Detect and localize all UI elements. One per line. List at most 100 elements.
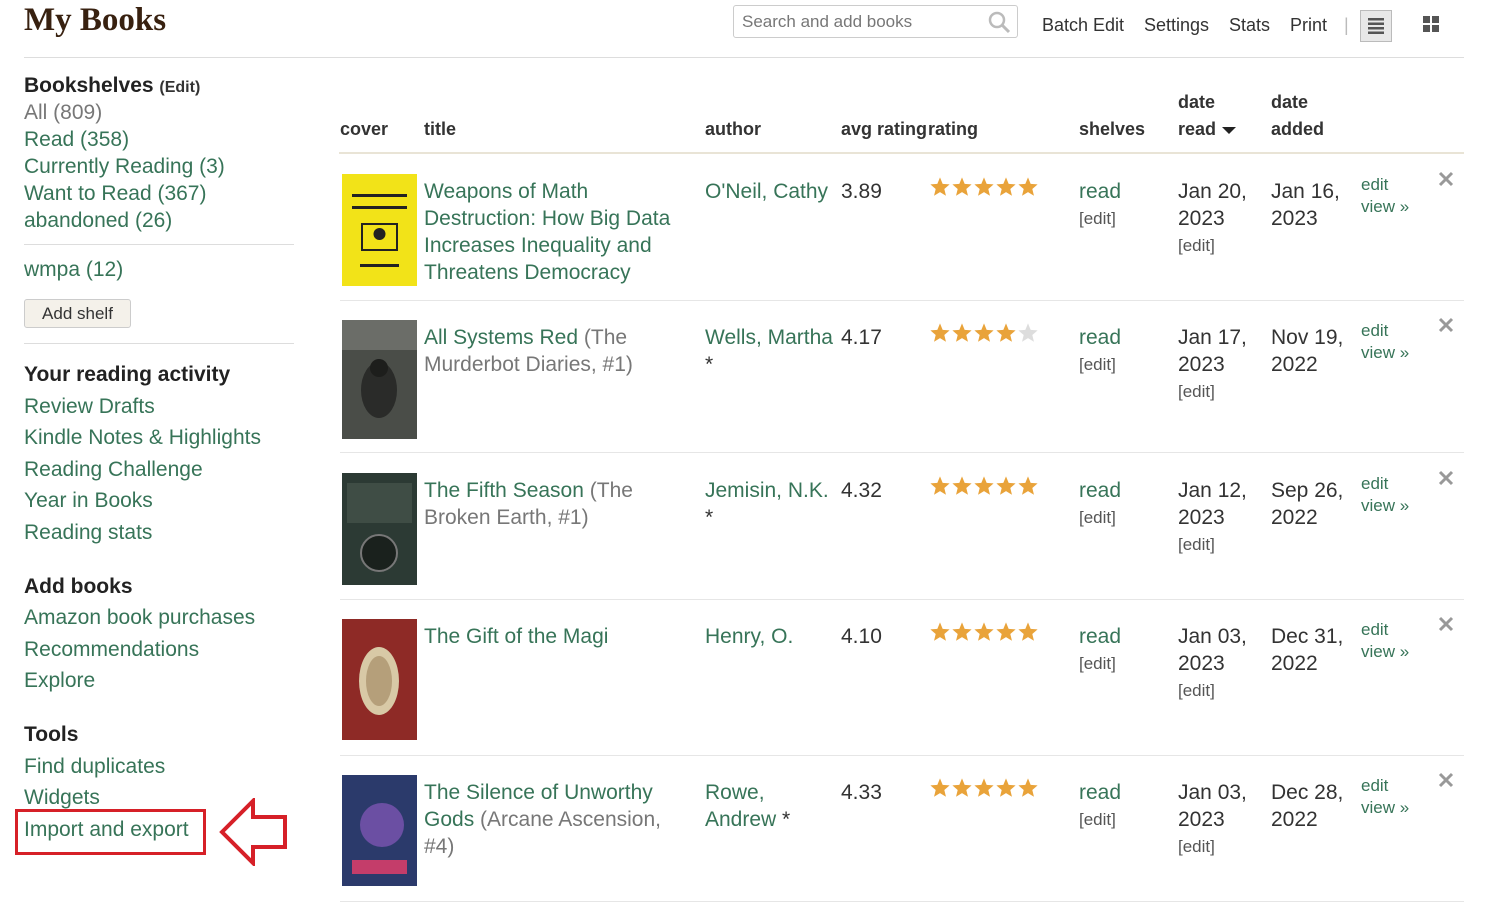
star-icon[interactable] [1017,621,1039,643]
star-icon[interactable] [951,322,973,344]
remove-icon[interactable] [1437,170,1455,188]
author-link[interactable]: Jemisin, N.K. [705,479,829,502]
shelf-wmpa[interactable]: wmpa (12) [24,256,123,283]
view-link[interactable]: view » [1361,797,1409,819]
shelf-link[interactable]: read [1079,178,1121,205]
book-title-link[interactable]: Weapons of Math Destruction: How Big Dat… [424,180,670,284]
shelf-edit-link[interactable]: [edit] [1079,806,1121,833]
list-view-icon[interactable] [1360,10,1392,42]
edit-link[interactable]: edit [1361,619,1409,641]
rating-stars[interactable] [929,475,1039,502]
remove-icon[interactable] [1437,316,1455,334]
edit-link[interactable]: edit [1361,174,1409,196]
settings-link[interactable]: Settings [1144,15,1209,36]
col-author[interactable]: author [705,116,761,143]
star-icon[interactable] [995,621,1017,643]
star-icon[interactable] [995,322,1017,344]
star-icon[interactable] [995,475,1017,497]
shelf-link[interactable]: read [1079,477,1121,504]
col-title[interactable]: title [424,116,456,143]
year-in-books-link[interactable]: Year in Books [24,487,153,514]
rating-stars[interactable] [929,777,1039,804]
shelf-currently-reading[interactable]: Currently Reading (3) [24,153,225,180]
star-icon[interactable] [973,475,995,497]
star-icon[interactable] [1017,176,1039,198]
author-link[interactable]: Rowe, Andrew [705,781,776,831]
star-icon[interactable] [929,322,951,344]
star-icon[interactable] [973,777,995,799]
search-box[interactable] [733,5,1018,38]
author-link[interactable]: Henry, O. [705,625,793,648]
shelf-edit-link[interactable]: [edit] [1079,205,1121,232]
star-icon[interactable] [1017,322,1039,344]
star-icon[interactable] [929,777,951,799]
search-icon[interactable] [987,10,1011,39]
view-link[interactable]: view » [1361,196,1409,218]
shelf-edit-link[interactable]: [edit] [1079,504,1121,531]
shelf-link[interactable]: read [1079,324,1121,351]
reading-challenge-link[interactable]: Reading Challenge [24,456,203,483]
remove-icon[interactable] [1437,615,1455,633]
edit-link[interactable]: edit [1361,775,1409,797]
view-link[interactable]: view » [1361,495,1409,517]
review-drafts-link[interactable]: Review Drafts [24,393,155,420]
view-link[interactable]: view » [1361,342,1409,364]
amazon-purchases-link[interactable]: Amazon book purchases [24,604,255,631]
view-link[interactable]: view » [1361,641,1409,663]
shelf-abandoned[interactable]: abandoned (26) [24,207,172,234]
star-icon[interactable] [995,176,1017,198]
col-date-added[interactable]: date added [1271,89,1324,143]
star-icon[interactable] [1017,475,1039,497]
explore-link[interactable]: Explore [24,667,95,694]
book-cover[interactable] [342,775,417,886]
shelf-all[interactable]: All (809) [24,99,102,126]
col-date-read[interactable]: date read [1178,89,1237,143]
star-icon[interactable] [951,176,973,198]
rating-stars[interactable] [929,322,1039,349]
grid-view-icon[interactable] [1416,10,1448,42]
remove-icon[interactable] [1437,771,1455,789]
date-edit-link[interactable]: [edit] [1178,232,1258,259]
book-cover[interactable] [342,619,417,740]
book-title-link[interactable]: The Gift of the Magi [424,625,608,648]
stats-link[interactable]: Stats [1229,15,1270,36]
widgets-link[interactable]: Widgets [24,784,100,811]
book-cover[interactable] [342,473,417,585]
star-icon[interactable] [929,475,951,497]
star-icon[interactable] [995,777,1017,799]
kindle-notes-link[interactable]: Kindle Notes & Highlights [24,424,261,451]
edit-link[interactable]: edit [1361,320,1409,342]
star-icon[interactable] [973,322,995,344]
star-icon[interactable] [951,777,973,799]
find-duplicates-link[interactable]: Find duplicates [24,753,165,780]
shelf-link[interactable]: read [1079,623,1121,650]
book-cover[interactable] [342,320,417,439]
edit-shelves-link[interactable]: (Edit) [159,79,200,96]
date-edit-link[interactable]: [edit] [1178,833,1258,860]
shelf-edit-link[interactable]: [edit] [1079,650,1121,677]
book-title-link[interactable]: The Fifth Season [424,479,584,502]
star-icon[interactable] [973,621,995,643]
reading-stats-link[interactable]: Reading stats [24,519,152,546]
batch-edit-link[interactable]: Batch Edit [1042,15,1124,36]
rating-stars[interactable] [929,176,1039,203]
rating-stars[interactable] [929,621,1039,648]
shelf-want-to-read[interactable]: Want to Read (367) [24,180,206,207]
col-shelves[interactable]: shelves [1079,116,1145,143]
print-link[interactable]: Print [1290,15,1327,36]
star-icon[interactable] [973,176,995,198]
star-icon[interactable] [951,475,973,497]
col-rating[interactable]: rating [928,116,978,143]
remove-icon[interactable] [1437,469,1455,487]
page-title[interactable]: My Books [24,2,166,39]
date-edit-link[interactable]: [edit] [1178,378,1258,405]
shelf-link[interactable]: read [1079,779,1121,806]
recommendations-link[interactable]: Recommendations [24,636,199,663]
date-edit-link[interactable]: [edit] [1178,677,1258,704]
search-input[interactable] [734,6,982,37]
shelf-edit-link[interactable]: [edit] [1079,351,1121,378]
date-edit-link[interactable]: [edit] [1178,531,1258,558]
book-title-link[interactable]: All Systems Red [424,326,578,349]
edit-link[interactable]: edit [1361,473,1409,495]
col-cover[interactable]: cover [340,116,388,143]
